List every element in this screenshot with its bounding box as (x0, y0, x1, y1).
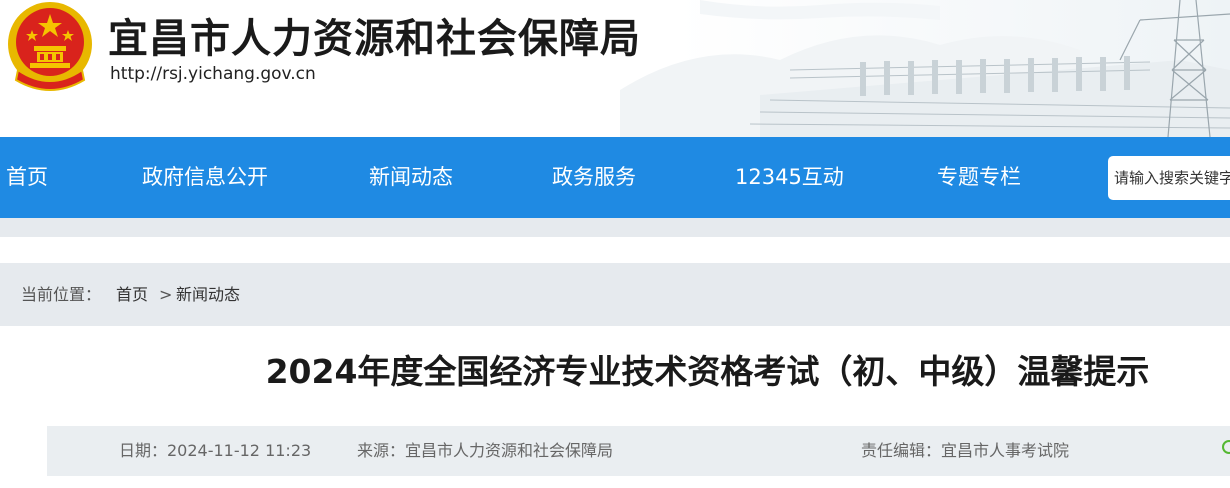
nav-item-topics[interactable]: 专题专栏 (937, 137, 1021, 218)
nav-item-12345-interaction[interactable]: 12345互动 (735, 137, 844, 218)
article-meta-bar: 日期：2024-11-12 11:23 来源：宜昌市人力资源和社会保障局 责任编… (47, 426, 1230, 476)
search-input[interactable] (1108, 156, 1230, 200)
nav-item-government-info[interactable]: 政府信息公开 (142, 137, 268, 218)
breadcrumb-separator: > (159, 285, 173, 304)
breadcrumb-news-link[interactable]: 新闻动态 (176, 263, 240, 326)
article-title: 2024年度全国经济专业技术资格考试（初、中级）温馨提示 (265, 352, 1150, 391)
national-emblem-icon (8, 2, 92, 91)
article-editor: 责任编辑：宜昌市人事考试院 (861, 441, 1070, 460)
main-navigation: 首页 政府信息公开 新闻动态 政务服务 12345互动 专题专栏 (0, 137, 1230, 218)
nav-item-home[interactable]: 首页 (6, 137, 48, 218)
breadcrumb-label: 当前位置： (21, 285, 102, 304)
nav-item-news[interactable]: 新闻动态 (369, 137, 453, 218)
nav-item-services[interactable]: 政务服务 (552, 137, 636, 218)
article-date: 日期：2024-11-12 11:23 (119, 441, 312, 460)
search-box (1108, 156, 1230, 200)
divider-band (0, 218, 1230, 237)
share-icon[interactable] (1222, 440, 1230, 454)
breadcrumb: 当前位置： 首页 > 新闻动态 (0, 263, 1230, 326)
site-url[interactable]: http://rsj.yichang.gov.cn (110, 64, 316, 84)
article-source: 来源：宜昌市人力资源和社会保障局 (357, 441, 614, 460)
breadcrumb-home-link[interactable]: 首页 (116, 263, 148, 326)
site-header: 宜昌市人力资源和社会保障局 http://rsj.yichang.gov.cn (0, 0, 1230, 137)
site-title: 宜昌市人力资源和社会保障局 (108, 16, 641, 62)
